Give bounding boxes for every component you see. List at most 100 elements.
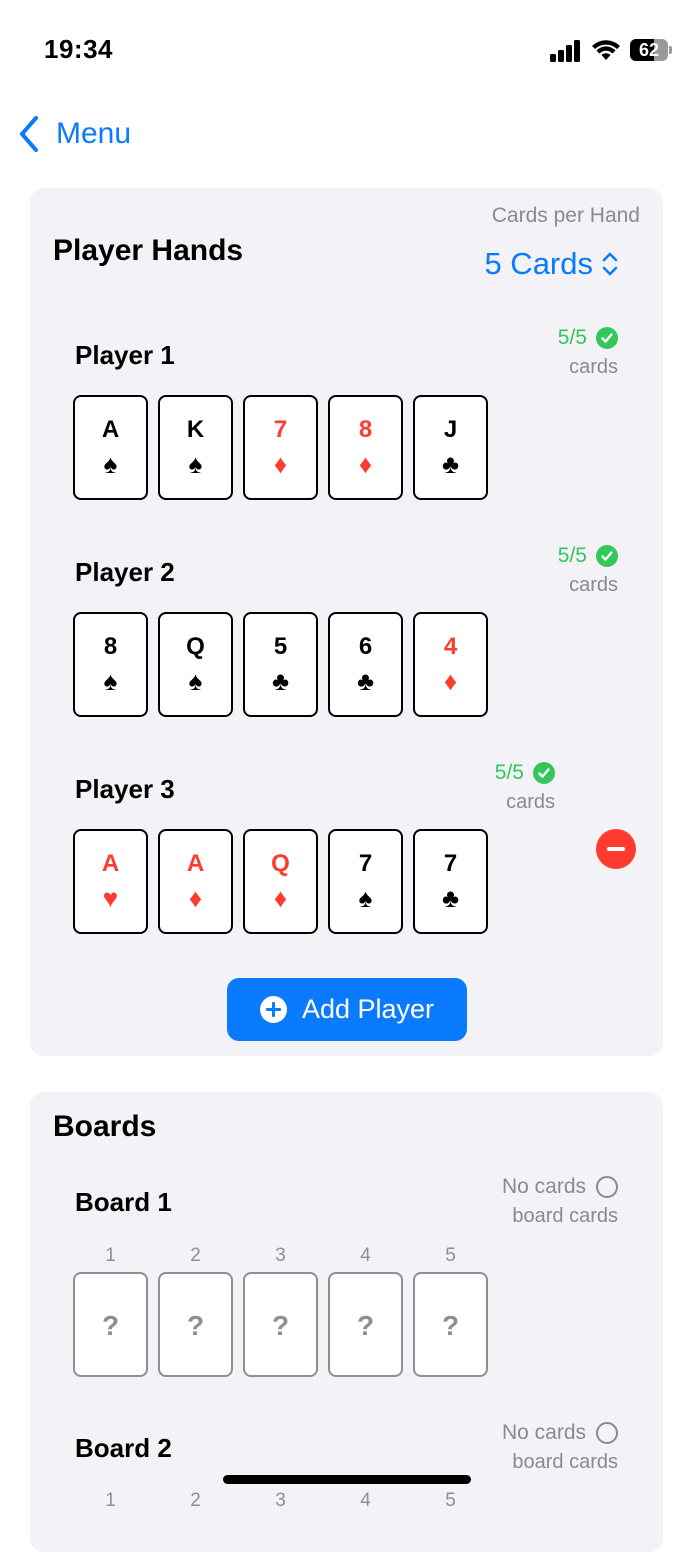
playing-card[interactable]: 7 ♠ (328, 829, 403, 934)
slot-number: 5 (445, 1490, 456, 1511)
card-suit-icon: ♣ (356, 666, 375, 696)
back-button-label: Menu (56, 117, 132, 150)
card-rank: 8 (103, 633, 118, 660)
playing-card[interactable]: 8 ♠ (73, 612, 148, 717)
playing-card[interactable]: 7 ♣ (413, 829, 488, 934)
card-rank: A (186, 850, 205, 877)
slot-placeholder: ? (356, 1310, 375, 1341)
remove-player-button[interactable] (596, 829, 636, 869)
home-indicator (223, 1475, 471, 1484)
battery-nub (669, 46, 672, 54)
status-time: 19:34 (44, 34, 113, 64)
player-name: Player 2 (75, 557, 175, 587)
empty-card-slot[interactable]: ? (73, 1272, 148, 1377)
card-suit-icon: ♠ (103, 666, 118, 696)
playing-card[interactable]: Q ♠ (158, 612, 233, 717)
back-button[interactable]: Menu (16, 112, 131, 156)
playing-card[interactable]: 6 ♣ (328, 612, 403, 717)
slot-number: 2 (190, 1245, 201, 1266)
board-status: No cards (501, 1421, 586, 1444)
checkmark-circle-icon (596, 327, 618, 349)
playing-card[interactable]: 4 ♦ (413, 612, 488, 717)
card-rank: 5 (273, 633, 288, 660)
playing-card[interactable]: K ♠ (158, 395, 233, 500)
playing-card[interactable]: 8 ♦ (328, 395, 403, 500)
card-count-caption: cards (569, 574, 618, 596)
battery-percent: 62 (638, 40, 660, 60)
card-suit-icon: ♣ (441, 883, 460, 913)
card-rank: J (443, 416, 458, 443)
add-player-label: Add Player (301, 994, 435, 1024)
card-count-caption: cards (506, 791, 555, 813)
card-rank: 7 (358, 850, 373, 877)
slot-placeholder: ? (101, 1310, 120, 1341)
card-rank: 7 (443, 850, 458, 877)
slot-placeholder: ? (441, 1310, 460, 1341)
card-count: 5/5 (557, 326, 587, 349)
playing-card[interactable]: A ♠ (73, 395, 148, 500)
empty-circle-icon (596, 1422, 618, 1444)
slot-number: 1 (105, 1245, 116, 1266)
card-suit-icon: ♠ (188, 449, 203, 479)
plus-circle-icon (259, 996, 287, 1023)
playing-card[interactable]: Q ♦ (243, 829, 318, 934)
section-title: Player Hands (53, 234, 244, 267)
empty-card-slot[interactable]: ? (243, 1272, 318, 1377)
card-rank: 4 (443, 633, 458, 660)
chevron-left-icon (20, 116, 38, 152)
updown-chevron-icon (602, 252, 618, 276)
card-suit-icon: ♠ (358, 883, 373, 913)
card-suit-icon: ♦ (188, 883, 203, 913)
cellular-signal-icon (550, 40, 582, 62)
playing-card[interactable]: 7 ♦ (243, 395, 318, 500)
playing-card[interactable]: A ♦ (158, 829, 233, 934)
status-bar: 19:34 62 (0, 0, 693, 100)
card-count-caption: cards (569, 356, 618, 378)
add-player-button[interactable]: Add Player (227, 978, 467, 1041)
player-hands-section: Player Hands Cards per Hand 5 Cards Play… (30, 188, 663, 1056)
slot-number: 3 (275, 1245, 286, 1266)
card-rank: 6 (358, 633, 373, 660)
card-rank: A (101, 850, 120, 877)
card-suit-icon: ♦ (273, 883, 288, 913)
playing-card[interactable]: 5 ♣ (243, 612, 318, 717)
card-suit-icon: ♣ (441, 449, 460, 479)
card-rank: 7 (273, 416, 288, 443)
card-rank: K (186, 416, 205, 443)
empty-card-slot[interactable]: ? (158, 1272, 233, 1377)
playing-card[interactable]: J ♣ (413, 395, 488, 500)
card-suit-icon: ♠ (188, 666, 203, 696)
board-status-caption: board cards (512, 1451, 618, 1473)
player-cards: A ♥ A ♦ Q ♦ 7 ♠ 7 ♣ (73, 829, 488, 934)
player-card-status: 5/5 cards (495, 761, 555, 814)
cards-per-hand-label: Cards per Hand (491, 204, 640, 227)
card-suit-icon: ♣ (271, 666, 290, 696)
player-card-status: 5/5 cards (558, 544, 618, 597)
slot-placeholder: ? (271, 1310, 290, 1341)
player-name: Player 3 (75, 774, 175, 804)
card-rank: 8 (358, 416, 373, 443)
slot-number: 4 (360, 1245, 371, 1266)
card-count: 5/5 (557, 544, 587, 567)
checkmark-circle-icon (533, 762, 555, 784)
player-cards: 8 ♠ Q ♠ 5 ♣ 6 ♣ 4 ♦ (73, 612, 488, 717)
card-suit-icon: ♦ (443, 666, 458, 696)
slot-placeholder: ? (186, 1310, 205, 1341)
player-name: Player 1 (75, 340, 175, 370)
card-suit-icon: ♦ (358, 449, 373, 479)
cards-per-hand-picker[interactable]: 5 Cards (484, 246, 619, 282)
card-count: 5/5 (494, 761, 524, 784)
board-status-caption: board cards (512, 1205, 618, 1227)
empty-card-slot[interactable]: ? (413, 1272, 488, 1377)
checkmark-circle-icon (596, 545, 618, 567)
slot-number: 5 (445, 1245, 456, 1266)
slot-number: 4 (360, 1490, 371, 1511)
card-rank: Q (186, 633, 205, 660)
board-status: No cards (501, 1175, 586, 1198)
battery-icon: 62 (630, 39, 668, 61)
empty-card-slot[interactable]: ? (328, 1272, 403, 1377)
board-name: Board 1 (75, 1187, 172, 1217)
section-title: Boards (53, 1110, 157, 1143)
playing-card[interactable]: A ♥ (73, 829, 148, 934)
board-card-status: No cards board cards (502, 1175, 618, 1228)
